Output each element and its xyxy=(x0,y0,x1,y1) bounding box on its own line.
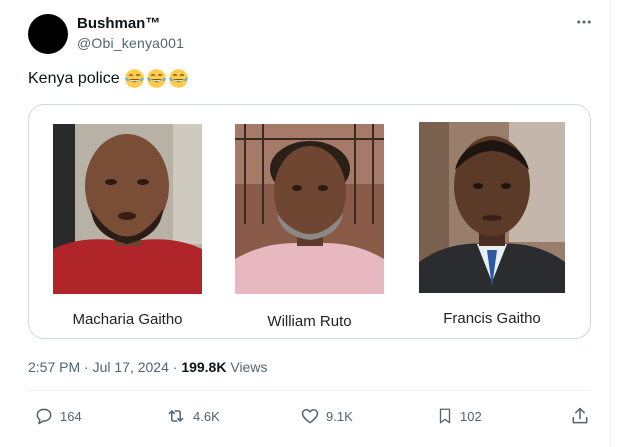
more-options-icon[interactable] xyxy=(574,12,594,32)
caption-2: William Ruto xyxy=(267,313,352,330)
reply-icon xyxy=(36,408,52,425)
photo-francis-gaitho[interactable] xyxy=(419,122,565,293)
tears-of-joy-emoji-icon xyxy=(146,69,166,88)
photo-macharia-gaitho[interactable] xyxy=(53,124,202,294)
caption-3: Francis Gaitho xyxy=(443,310,541,327)
emoji-group xyxy=(124,68,189,89)
reply-count: 164 xyxy=(60,408,82,424)
author-handle[interactable]: @Obi_kenya001 xyxy=(77,35,184,51)
bookmark-count: 102 xyxy=(460,408,482,424)
views-count: 199.8K xyxy=(181,359,227,375)
tweet-meta: 2:57 PM · Jul 17, 2024 · 199.8K Views xyxy=(28,359,267,375)
tears-of-joy-emoji-icon xyxy=(168,69,188,88)
tears-of-joy-emoji-icon xyxy=(124,69,144,88)
like-count: 9.1K xyxy=(326,408,353,424)
reply-button[interactable]: 164 xyxy=(34,406,82,426)
bookmark-button[interactable]: 102 xyxy=(436,406,482,426)
repost-button[interactable]: 4.6K xyxy=(165,406,220,426)
photo-william-ruto[interactable] xyxy=(235,124,384,294)
tweet-text-content: Kenya police xyxy=(28,69,120,87)
timeline-border xyxy=(610,0,611,447)
tweet-text: Kenya police xyxy=(28,68,189,89)
heart-icon xyxy=(301,409,319,424)
like-button[interactable]: 9.1K xyxy=(300,406,353,426)
repost-icon xyxy=(168,410,184,422)
author-name[interactable]: Bushman™ xyxy=(77,15,160,32)
share-icon xyxy=(572,407,588,424)
share-button[interactable] xyxy=(570,406,590,426)
caption-1: Macharia Gaitho xyxy=(72,311,183,328)
media-card[interactable]: Macharia Gaitho William Ruto Francis Gai… xyxy=(28,104,591,339)
repost-count: 4.6K xyxy=(193,408,220,424)
divider xyxy=(28,390,591,391)
bookmark-icon xyxy=(439,408,451,424)
views-label: Views xyxy=(226,359,268,375)
avatar[interactable] xyxy=(28,14,68,54)
timestamp[interactable]: 2:57 PM · Jul 17, 2024 · xyxy=(28,359,181,375)
